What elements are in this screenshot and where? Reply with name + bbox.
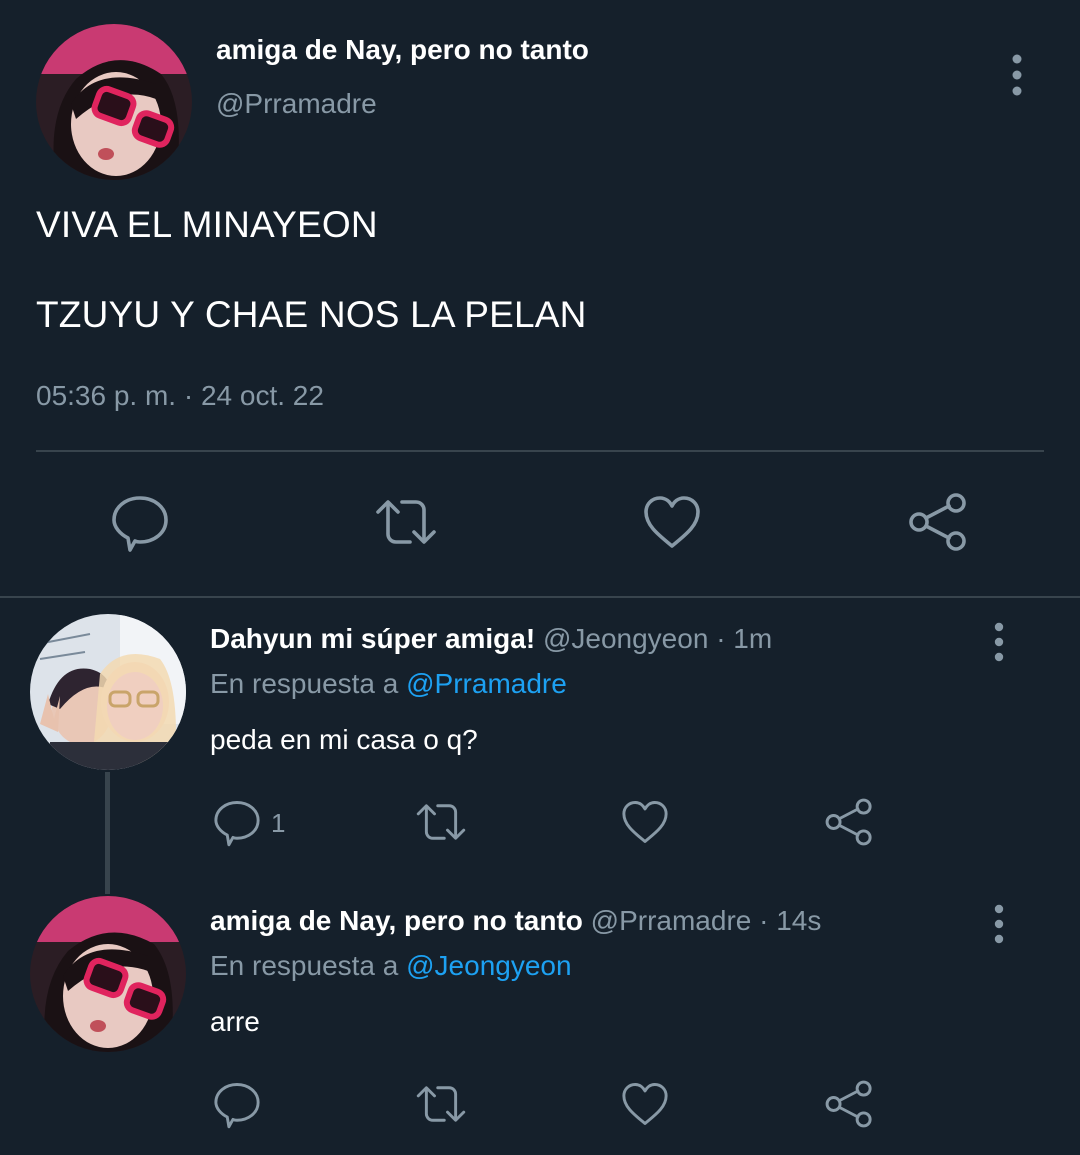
like-button[interactable] <box>640 490 704 554</box>
speech-bubble-icon <box>214 801 260 847</box>
like-button[interactable] <box>619 796 671 848</box>
section-divider <box>0 596 1080 598</box>
reply-header: amiga de Nay, pero no tanto @Prramadre ·… <box>210 905 821 937</box>
tweet-timestamp: 05:36 p. m. · 24 oct. 22 <box>36 380 324 411</box>
vertical-dots-icon <box>994 622 1004 662</box>
reply-author-avatar[interactable] <box>30 896 186 1052</box>
share-nodes-icon <box>909 493 966 551</box>
thread-connector <box>105 772 110 894</box>
tweet-text-line-2: TZUYU Y CHAE NOS LA PELAN <box>36 294 587 335</box>
speech-bubble-icon <box>112 496 168 552</box>
reply-context-mention[interactable]: @Prramadre <box>406 668 567 699</box>
reply-button[interactable] <box>211 1078 263 1130</box>
share-nodes-icon <box>825 798 872 846</box>
heart-icon <box>644 496 700 548</box>
heart-icon <box>622 801 668 843</box>
reply-text: arre <box>210 1006 260 1037</box>
main-author-handle[interactable]: @Prramadre <box>216 88 377 120</box>
more-options-button[interactable] <box>984 620 1014 664</box>
like-button[interactable] <box>619 1078 671 1130</box>
tweet-text-line-1: VIVA EL MINAYEON <box>36 204 378 245</box>
reply-count: 1 <box>271 808 286 838</box>
retweet-button[interactable] <box>374 490 438 554</box>
speech-bubble-icon <box>214 1083 260 1129</box>
more-options-button[interactable] <box>1000 52 1034 98</box>
retweet-arrows-icon <box>376 500 436 544</box>
reply-context: En respuesta a @Prramadre <box>210 668 567 700</box>
share-button[interactable] <box>906 490 970 554</box>
reply-button[interactable] <box>108 490 172 554</box>
vertical-dots-icon <box>994 904 1004 944</box>
reply-author-avatar[interactable] <box>30 614 186 770</box>
retweet-arrows-icon <box>416 804 466 840</box>
more-options-button[interactable] <box>984 902 1014 946</box>
heart-icon <box>622 1083 668 1125</box>
reply-author-handle[interactable]: @Prramadre <box>591 905 752 936</box>
share-button[interactable] <box>823 796 875 848</box>
vertical-dots-icon <box>1012 54 1022 96</box>
reply-author-handle[interactable]: @Jeongyeon <box>543 623 708 654</box>
reply-context-prefix: En respuesta a <box>210 950 399 981</box>
retweet-arrows-icon <box>416 1086 466 1122</box>
reply-context-prefix: En respuesta a <box>210 668 399 699</box>
share-nodes-icon <box>825 1080 872 1128</box>
retweet-button[interactable] <box>415 1078 467 1130</box>
reply-header: Dahyun mi súper amiga! @Jeongyeon · 1m <box>210 623 772 655</box>
main-author-avatar[interactable] <box>36 24 192 180</box>
reply-button[interactable] <box>211 796 263 848</box>
reply-author-name[interactable]: Dahyun mi súper amiga! <box>210 623 535 654</box>
main-author-name[interactable]: amiga de Nay, pero no tanto <box>216 34 589 66</box>
reply-age: · 1m <box>716 623 773 654</box>
reply-author-name[interactable]: amiga de Nay, pero no tanto <box>210 905 583 936</box>
retweet-button[interactable] <box>415 796 467 848</box>
reply-context: En respuesta a @Jeongyeon <box>210 950 572 982</box>
divider <box>36 450 1044 452</box>
reply-text: peda en mi casa o q? <box>210 724 478 755</box>
share-button[interactable] <box>823 1078 875 1130</box>
reply-context-mention[interactable]: @Jeongyeon <box>406 950 571 981</box>
reply-age: · 14s <box>759 905 822 936</box>
